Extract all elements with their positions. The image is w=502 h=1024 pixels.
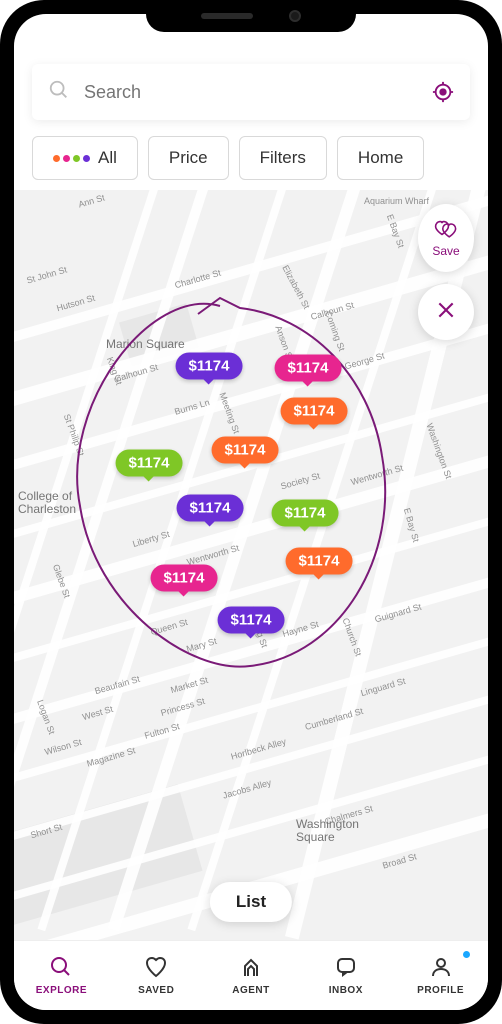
street-label: Jacobs Alley [222, 777, 273, 800]
floating-actions: Save [418, 204, 474, 340]
price-marker[interactable]: $1174 [116, 450, 183, 477]
tab-agent[interactable]: AGENT [204, 941, 299, 1010]
price-label: $1174 [151, 565, 218, 592]
price-label: $1174 [116, 450, 183, 477]
filter-chip-filters[interactable]: Filters [239, 136, 327, 180]
price-label: $1174 [286, 548, 353, 575]
tabbar: EXPLORE SAVED AGENT [14, 940, 488, 1010]
locate-button[interactable] [432, 81, 454, 103]
tab-label: INBOX [329, 985, 363, 996]
chip-label: Price [169, 148, 208, 168]
street-label: Wilson St [43, 737, 82, 757]
tab-label: AGENT [232, 985, 270, 996]
price-marker[interactable]: $1174 [281, 398, 348, 425]
inbox-icon [334, 955, 358, 982]
save-search-button[interactable]: Save [418, 204, 474, 272]
tab-profile[interactable]: PROFILE [393, 941, 488, 1010]
search-icon [48, 79, 70, 106]
phone-notch [146, 0, 356, 32]
map-area[interactable]: Aquarium WharfCharlotte StElizabeth StE … [14, 190, 488, 940]
street-label: E Bay St [402, 507, 421, 543]
close-draw-button[interactable] [418, 284, 474, 340]
price-marker[interactable]: $1174 [151, 565, 218, 592]
phone-frame: All Price Filters Home [0, 0, 502, 1024]
close-icon [436, 300, 456, 325]
price-marker[interactable]: $1174 [286, 548, 353, 575]
filter-chip-hometype[interactable]: Home [337, 136, 424, 180]
filter-row: All Price Filters Home [14, 130, 488, 190]
price-marker[interactable]: $1174 [275, 355, 342, 382]
filter-chip-price[interactable]: Price [148, 136, 229, 180]
tab-explore[interactable]: EXPLORE [14, 941, 109, 1010]
list-button-label: List [236, 892, 266, 911]
search-row [14, 54, 488, 130]
search-input[interactable] [84, 82, 432, 103]
price-marker[interactable]: $1174 [177, 495, 244, 522]
price-marker[interactable]: $1174 [212, 437, 279, 464]
tab-label: EXPLORE [36, 985, 87, 996]
search-box[interactable] [32, 64, 470, 120]
street-label: Cumberland St [304, 706, 364, 732]
street-label: Ann St [77, 192, 106, 209]
price-label: $1174 [212, 437, 279, 464]
street-label: St John St [25, 264, 68, 285]
price-label: $1174 [177, 495, 244, 522]
price-marker[interactable]: $1174 [176, 353, 243, 380]
profile-icon [429, 955, 453, 982]
chip-label: Filters [260, 148, 306, 168]
save-label: Save [432, 244, 459, 258]
notification-dot [463, 951, 470, 958]
tab-inbox[interactable]: INBOX [298, 941, 393, 1010]
price-marker[interactable]: $1174 [218, 607, 285, 634]
price-label: $1174 [275, 355, 342, 382]
heart-save-icon [434, 218, 458, 243]
explore-icon [49, 955, 73, 982]
speaker-grille [201, 13, 253, 19]
color-dots-icon [53, 155, 90, 162]
tab-saved[interactable]: SAVED [109, 941, 204, 1010]
price-label: $1174 [281, 398, 348, 425]
list-view-button[interactable]: List [210, 882, 292, 922]
tab-label: SAVED [138, 985, 174, 996]
price-marker[interactable]: $1174 [272, 500, 339, 527]
poi-college-charleston: College of Charleston [18, 490, 76, 516]
phone-screen: All Price Filters Home [14, 14, 488, 1010]
chip-label: All [98, 148, 117, 168]
poi-washington-square: Washington Square [296, 818, 359, 844]
price-label: $1174 [176, 353, 243, 380]
filter-chip-all[interactable]: All [32, 136, 138, 180]
agent-icon [239, 955, 263, 982]
price-label: $1174 [272, 500, 339, 527]
tab-label: PROFILE [417, 985, 464, 996]
front-camera [289, 10, 301, 22]
price-label: $1174 [218, 607, 285, 634]
heart-icon [144, 955, 168, 982]
chip-label: Home [358, 148, 403, 168]
